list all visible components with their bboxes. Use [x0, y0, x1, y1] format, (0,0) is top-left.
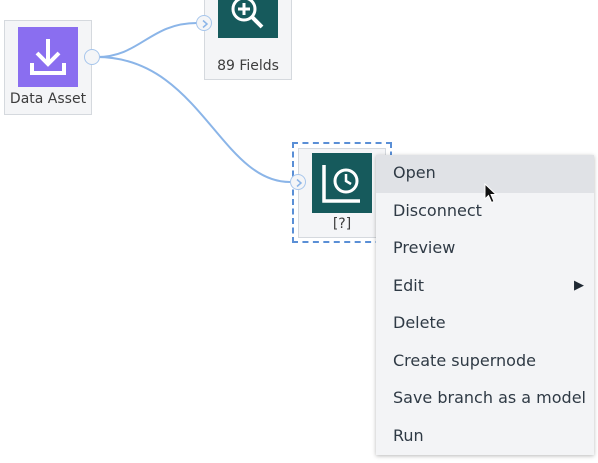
node-unknown[interactable]: [?]: [298, 148, 386, 238]
zoom-in-icon: [218, 0, 278, 38]
chart-gauge-icon: [312, 153, 372, 213]
input-port[interactable]: [196, 15, 212, 31]
node-label: Data Asset: [9, 91, 87, 107]
node-label: 89 Fields: [217, 58, 279, 74]
menu-item-delete[interactable]: Delete: [376, 305, 594, 343]
menu-item-preview[interactable]: Preview: [376, 230, 594, 268]
submenu-arrow-icon: ▶: [574, 277, 584, 293]
mouse-cursor-icon: [484, 182, 498, 209]
menu-item-create-supernode[interactable]: Create supernode: [376, 343, 594, 381]
menu-item-label: Edit: [393, 275, 424, 295]
node-label: [?]: [332, 216, 352, 232]
menu-item-save-branch-as-model[interactable]: Save branch as a model: [376, 380, 594, 418]
node-fields[interactable]: 89 Fields: [204, 0, 292, 80]
menu-item-run[interactable]: Run: [376, 418, 594, 456]
link-data-asset-to-fields: [96, 22, 198, 58]
output-port[interactable]: [84, 49, 100, 65]
node-data-asset[interactable]: Data Asset: [4, 20, 92, 115]
input-port[interactable]: [290, 174, 306, 190]
menu-item-edit[interactable]: Edit ▶: [376, 268, 594, 306]
download-icon: [18, 27, 78, 87]
flow-canvas[interactable]: Data Asset 89 Fields [?] Open Disconnect…: [0, 0, 598, 463]
